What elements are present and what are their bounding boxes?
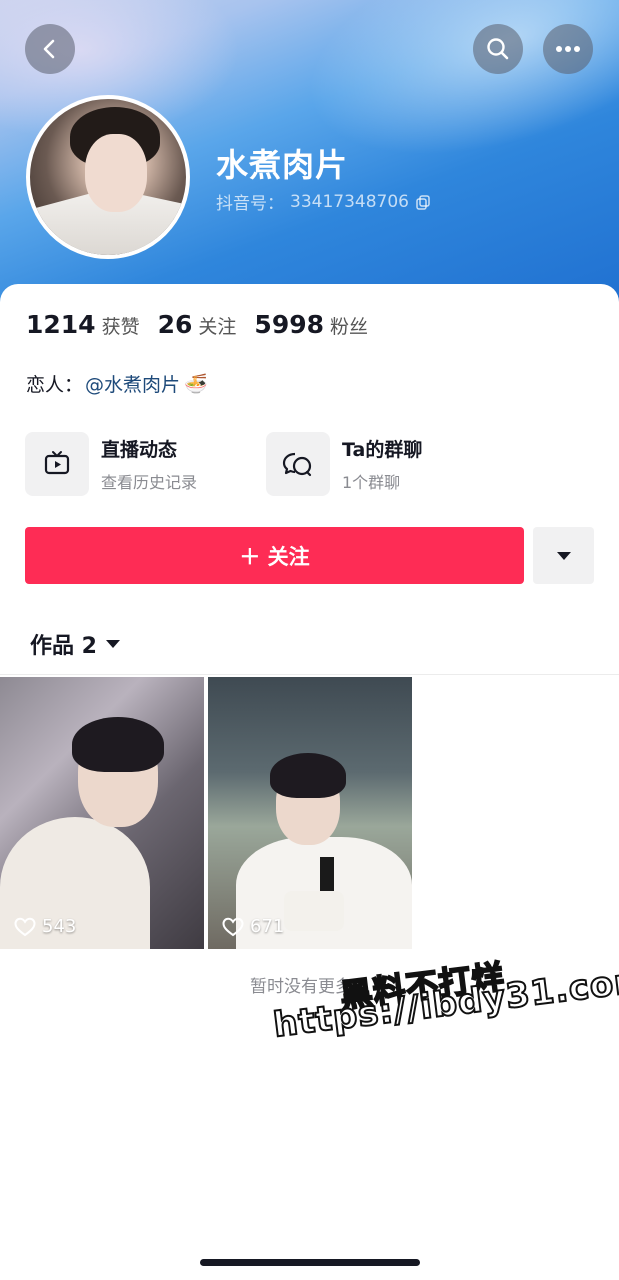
lover-label: 恋人：	[26, 374, 84, 396]
follow-button[interactable]: ＋ 关注	[25, 527, 524, 584]
follow-button-label: ＋ 关注	[239, 544, 310, 569]
caret-down-icon	[556, 551, 571, 560]
video-likes: 671	[222, 916, 284, 937]
live-entry-title: 直播动态	[101, 439, 178, 461]
douyin-id-row[interactable]: 抖音号： 33417348706	[216, 189, 431, 214]
like-count: 543	[42, 916, 77, 937]
more-button[interactable]	[543, 24, 593, 74]
profile-stats: 1214 获赞 26 关注 5998 粉丝	[26, 310, 386, 339]
noodle-bowl-icon: 🍜	[184, 373, 208, 395]
stat-label: 关注	[198, 316, 237, 338]
recommend-dropdown-button[interactable]	[533, 527, 594, 584]
following-stat[interactable]: 26 关注	[158, 310, 237, 339]
heart-icon	[222, 917, 244, 936]
home-indicator[interactable]	[200, 1259, 420, 1266]
avatar[interactable]	[26, 95, 190, 259]
search-button[interactable]	[473, 24, 523, 74]
video-thumbnail[interactable]: 543	[0, 677, 204, 949]
group-entry-subtitle: 1个群聊	[342, 473, 401, 492]
likes-stat[interactable]: 1214 获赞	[26, 310, 140, 339]
stat-label: 粉丝	[330, 316, 369, 338]
tab-works[interactable]: 作品 2	[30, 628, 121, 660]
chat-bubbles-icon	[266, 432, 330, 496]
stat-number: 5998	[254, 310, 325, 339]
live-history-entry[interactable]: 直播动态 查看历史记录	[25, 432, 197, 496]
works-tab-label: 作品 2	[30, 634, 97, 659]
copy-icon[interactable]	[415, 194, 431, 210]
followers-stat[interactable]: 5998 粉丝	[254, 310, 368, 339]
back-icon	[43, 39, 55, 59]
lover-mention-link[interactable]: @水煮肉片	[85, 370, 180, 397]
tv-icon	[25, 432, 89, 496]
video-likes: 543	[14, 916, 76, 937]
like-count: 671	[250, 916, 285, 937]
douyin-id-label: 抖音号：	[216, 194, 284, 214]
heart-icon	[14, 917, 36, 936]
stat-number: 1214	[26, 310, 96, 339]
stat-label: 获赞	[101, 316, 140, 338]
profile-nickname: 水煮肉片	[216, 146, 349, 184]
bio-lover: 恋人： @水煮肉片 🍜	[26, 370, 208, 397]
live-entry-subtitle: 查看历史记录	[101, 473, 198, 492]
search-icon	[487, 38, 509, 60]
caret-down-icon	[105, 640, 120, 648]
video-thumbnail[interactable]: 671	[208, 677, 412, 949]
stat-number: 26	[157, 310, 193, 339]
more-icon	[556, 46, 580, 52]
back-button[interactable]	[25, 24, 75, 74]
douyin-id-value: 33417348706	[290, 191, 409, 212]
tab-divider	[0, 674, 619, 675]
group-chat-entry[interactable]: Ta的群聊 1个群聊	[266, 432, 422, 496]
group-entry-title: Ta的群聊	[342, 439, 423, 461]
